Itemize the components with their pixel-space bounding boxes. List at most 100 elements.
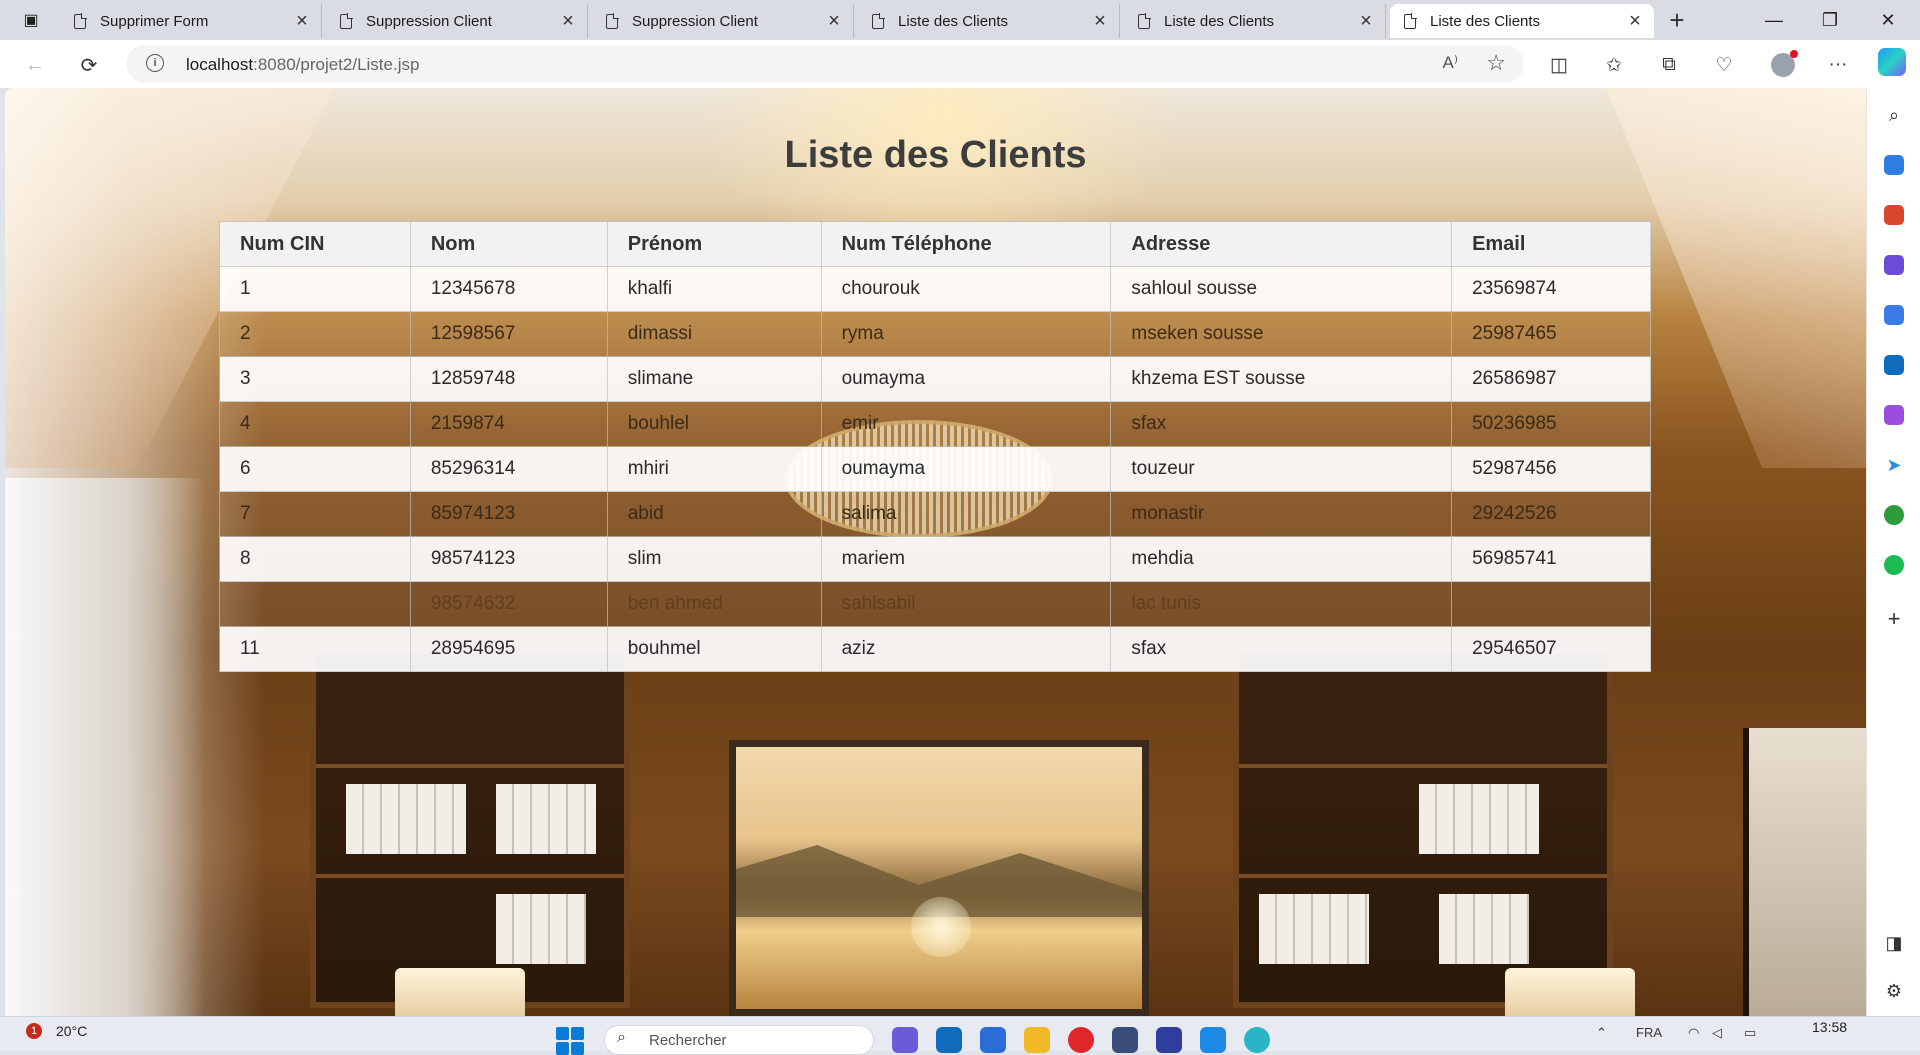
close-tab-icon[interactable]: × (1357, 10, 1375, 33)
cell-nom: 2159874 (409, 401, 608, 447)
cell-nom: 98574123 (409, 536, 608, 582)
table-header-row: Num CIN Nom Prénom Num Téléphone Adresse… (219, 221, 1651, 267)
restore-button[interactable]: ❐ (1802, 0, 1858, 40)
hide-sidebar-icon[interactable]: ◨ (1881, 930, 1907, 956)
site-info-icon[interactable]: i (146, 54, 164, 72)
cell-prenom: mhiri (606, 446, 822, 492)
volume-icon[interactable]: ◁ (1712, 1025, 1722, 1041)
settings-gear-icon[interactable]: ⚙ (1881, 978, 1907, 1004)
outlook-icon[interactable] (1881, 352, 1907, 378)
page-viewport: Liste des Clients Num CIN Nom Prénom Num… (5, 88, 1866, 1016)
cell-cin: 4 (219, 401, 411, 447)
browser-tab[interactable]: Liste des Clients × (858, 4, 1120, 38)
tab-title: Liste des Clients (898, 12, 1009, 30)
refresh-button[interactable]: ⟳ (74, 50, 104, 80)
send-icon[interactable]: ➤ (1881, 452, 1907, 478)
browser-tab[interactable]: Suppression Client × (592, 4, 854, 38)
weather-widget[interactable]: 1 20°C (26, 1023, 87, 1039)
task-view-icon[interactable] (892, 1027, 918, 1053)
wifi-icon[interactable]: ◠ (1688, 1025, 1699, 1041)
cell-email: 23569874 (1451, 266, 1651, 312)
edge-sidebar: ⌕ ➤ + ◨ ⚙ (1866, 88, 1920, 1016)
cell-adresse: sfax (1110, 626, 1453, 672)
url-text: localhost:8080/projet2/Liste.jsp (186, 55, 420, 74)
browser-tab[interactable]: Liste des Clients × (1124, 4, 1386, 38)
page-icon (1404, 12, 1417, 29)
windows-start-icon[interactable] (556, 1027, 584, 1055)
taskbar-search[interactable]: ⌕ Rechercher (604, 1025, 874, 1055)
address-bar[interactable]: i localhost:8080/projet2/Liste.jsp A⁾ ☆ (126, 45, 1524, 83)
close-tab-icon[interactable]: × (1626, 10, 1644, 33)
tools-icon[interactable] (1881, 202, 1907, 228)
read-aloud-icon[interactable]: A⁾ (1442, 53, 1458, 73)
browser-essentials-icon[interactable]: ♡ (1708, 49, 1740, 81)
microsoft-365-icon[interactable] (1881, 302, 1907, 328)
tab-actions-icon[interactable]: ▣ (14, 8, 48, 32)
table-row: 8 98574123 slim mariem mehdia 56985741 (219, 536, 1651, 582)
column-header-cin: Num CIN (219, 221, 411, 267)
battery-icon[interactable]: ▭ (1744, 1025, 1756, 1041)
search-icon[interactable]: ⌕ (1881, 102, 1907, 128)
background-bookshelf (310, 648, 630, 1008)
opera-icon[interactable] (1068, 1027, 1094, 1053)
background-artwork (1743, 728, 1866, 1016)
tree-icon[interactable] (1881, 502, 1907, 528)
spotify-icon[interactable] (1881, 552, 1907, 578)
cell-nom: 12859748 (409, 356, 608, 402)
cell-prenom: slim (606, 536, 822, 582)
table-row: 1 12345678 khalfi chourouk sahloul souss… (219, 266, 1651, 312)
notepad-icon[interactable] (1200, 1027, 1226, 1053)
cell-adresse: touzeur (1110, 446, 1453, 492)
designer-icon[interactable] (1881, 402, 1907, 428)
new-tab-button[interactable]: + (1662, 6, 1692, 34)
page-title: Liste des Clients (784, 134, 1087, 176)
clock[interactable]: 13:58 (1812, 1019, 1847, 1035)
cell-telephone: oumayma (820, 446, 1112, 492)
close-tab-icon[interactable]: × (293, 10, 311, 33)
favorite-star-icon[interactable]: ☆ (1486, 50, 1506, 76)
language-indicator[interactable]: FRA (1636, 1025, 1662, 1040)
cell-nom: 85296314 (409, 446, 608, 492)
split-screen-icon[interactable]: ◫ (1543, 49, 1575, 81)
more-options-icon[interactable]: ··· (1822, 49, 1854, 81)
cell-adresse: sfax (1110, 401, 1453, 447)
browser-tab[interactable]: Supprimer Form × (60, 4, 322, 38)
browser-tab[interactable]: Suppression Client × (326, 4, 588, 38)
cell-adresse: lac tunis (1110, 581, 1453, 627)
close-tab-icon[interactable]: × (559, 10, 577, 33)
page-icon (74, 12, 87, 29)
close-window-button[interactable]: ✕ (1860, 0, 1916, 40)
background-painting (729, 740, 1149, 1016)
back-button[interactable]: ← (20, 50, 50, 80)
cell-nom: 12598567 (409, 311, 608, 357)
games-icon[interactable] (1881, 252, 1907, 278)
table-row: 11 28954695 bouhmel aziz sfax 29546507 (219, 626, 1651, 672)
browser-tab-active[interactable]: Liste des Clients × (1390, 4, 1654, 38)
tray-chevron-icon[interactable]: ⌃ (1596, 1025, 1607, 1041)
favorites-icon[interactable]: ✩ (1598, 49, 1630, 81)
minimize-button[interactable]: — (1746, 0, 1802, 40)
cell-email: 50236985 (1451, 401, 1651, 447)
collections-icon[interactable]: ⧉ (1653, 49, 1685, 81)
notification-badge: 1 (26, 1023, 42, 1039)
store-icon[interactable] (980, 1027, 1006, 1053)
close-tab-icon[interactable]: × (1091, 10, 1109, 33)
file-explorer-icon[interactable] (1024, 1027, 1050, 1053)
cell-telephone: mariem (820, 536, 1112, 582)
cell-email: 25987465 (1451, 311, 1651, 357)
teams-icon[interactable] (936, 1027, 962, 1053)
tab-title: Supprimer Form (100, 12, 209, 30)
table-row: 4 2159874 bouhlel emir sfax 50236985 (219, 401, 1651, 447)
edge-icon[interactable] (1244, 1027, 1270, 1053)
virtualbox-icon[interactable] (1112, 1027, 1138, 1053)
shopping-icon[interactable] (1881, 152, 1907, 178)
add-sidebar-app-icon[interactable]: + (1881, 606, 1907, 632)
copilot-icon[interactable] (1878, 48, 1906, 76)
cell-telephone: aziz (820, 626, 1112, 672)
vscode-icon[interactable] (1156, 1027, 1182, 1053)
cell-email: 56985741 (1451, 536, 1651, 582)
profile-avatar[interactable] (1767, 49, 1799, 81)
close-tab-icon[interactable]: × (825, 10, 843, 33)
tab-title: Suppression Client (632, 12, 758, 30)
page-icon (340, 12, 353, 29)
